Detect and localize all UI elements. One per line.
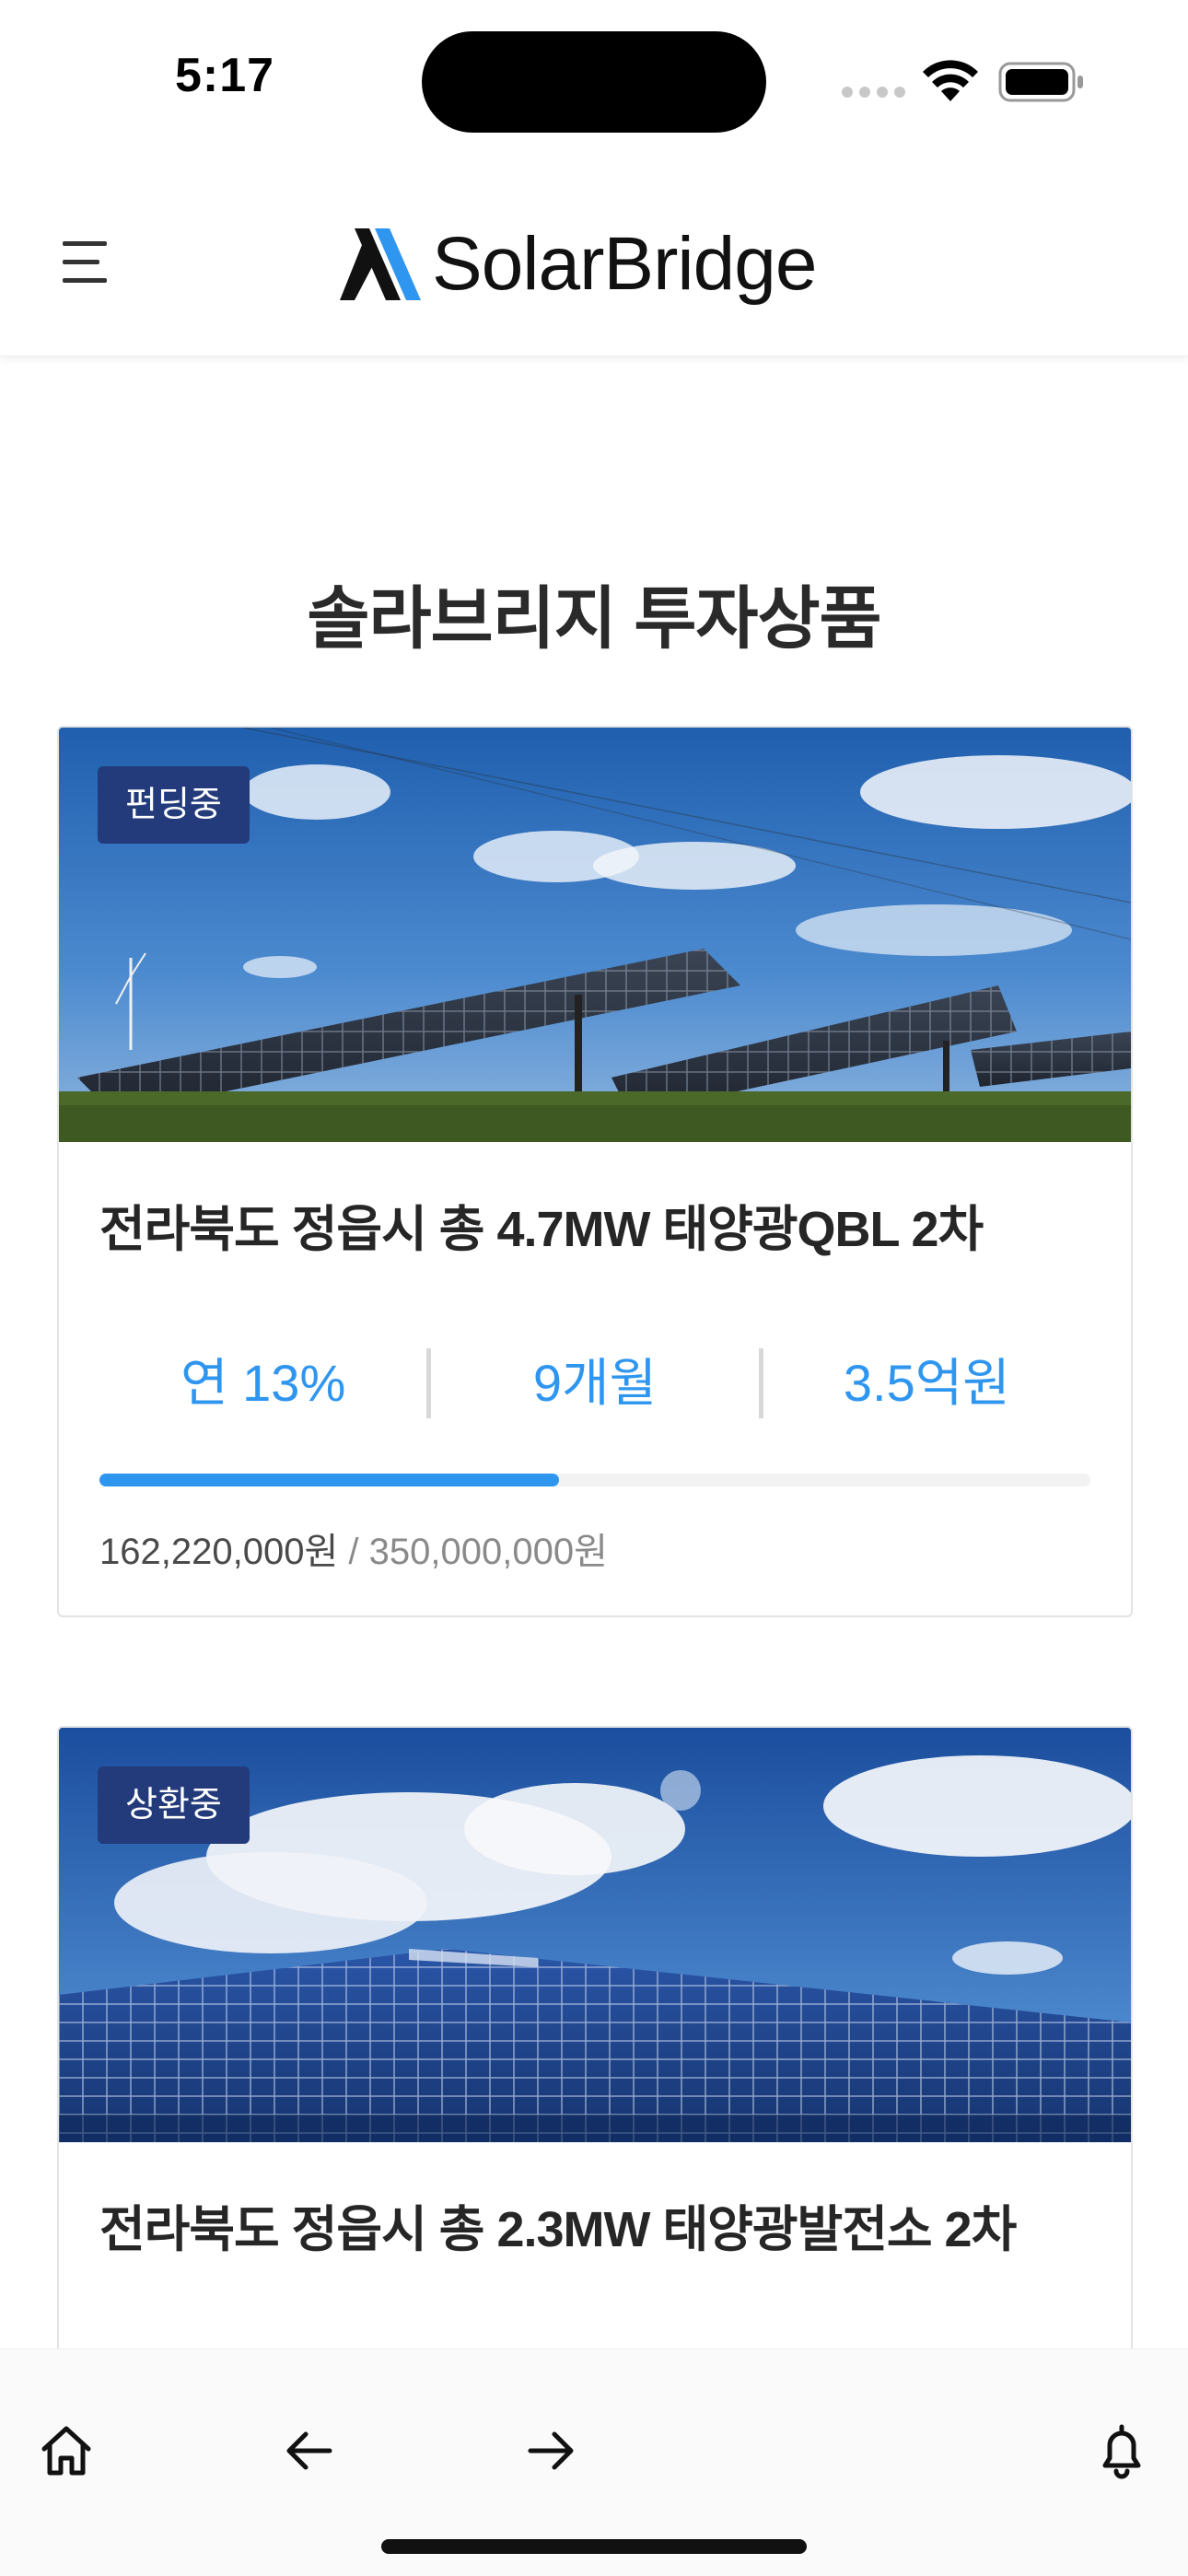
wifi-icon (923, 60, 978, 101)
product-title[interactable]: 전라북도 정읍시 총 4.7MW 태양광QBL 2차 (99, 1188, 984, 1261)
bottom-toolbar (0, 2349, 1188, 2576)
status-time: 5:17 (175, 49, 275, 102)
page-title: 솔라브리지 투자상품 (307, 580, 881, 657)
logo-text: SolarBridge (432, 222, 817, 306)
product-card[interactable]: 상환중 전라북도 정읍시 총 2.3MW 태양광발전소 2차 (57, 1726, 1133, 2430)
app-header: SolarBridge (0, 166, 1188, 356)
funding-amount-line: 162,220,000원 / 350,000,000원 (99, 1521, 608, 1575)
goal-amount: 350,000,000원 (368, 1532, 608, 1572)
interest-rate: 연 13% (181, 1354, 346, 1412)
product-title[interactable]: 전라북도 정읍시 총 2.3MW 태양광발전소 2차 (99, 2188, 1017, 2261)
arrow-left-icon[interactable] (280, 2421, 339, 2480)
funding-amount: 3.5억원 (843, 1354, 1010, 1412)
raised-amount: 162,220,000원 (99, 1532, 339, 1572)
status-badge: 상환중 (98, 1766, 250, 1844)
solarbridge-logo[interactable]: SolarBridge (336, 221, 817, 308)
funding-progress-fill (99, 1474, 559, 1486)
funding-progress-bar (99, 1474, 1090, 1486)
battery-icon (998, 62, 1083, 102)
product-stats: 연 13% 9개월 3.5억원 (99, 1346, 1090, 1420)
status-bar: 5:17 (0, 0, 1188, 166)
investment-period: 9개월 (532, 1354, 658, 1412)
dynamic-island (422, 31, 766, 133)
status-badge: 펀딩중 (98, 766, 250, 844)
logo-mark-icon (340, 228, 421, 300)
hamburger-menu-icon[interactable] (63, 241, 111, 284)
cellular-signal-icon (842, 87, 906, 98)
home-indicator[interactable] (381, 2539, 807, 2554)
home-icon[interactable] (37, 2421, 96, 2480)
bell-icon[interactable] (1092, 2421, 1151, 2480)
arrow-right-icon[interactable] (521, 2421, 580, 2480)
product-card[interactable]: 펀딩중 전라북도 정읍시 총 4.7MW 태양광QBL 2차 연 13% 9개월… (57, 726, 1133, 1617)
amount-separator: / (348, 1532, 359, 1572)
